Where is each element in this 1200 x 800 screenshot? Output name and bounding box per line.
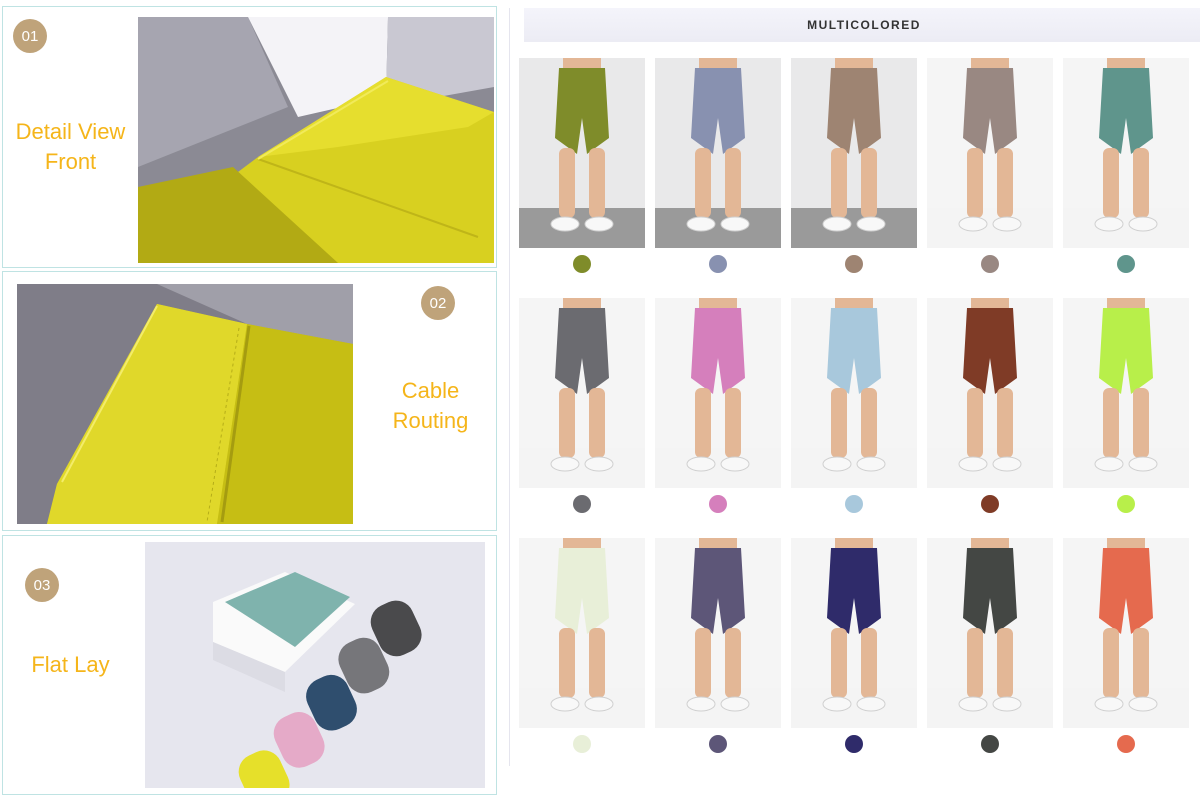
product-photo (927, 58, 1053, 248)
color-swatch[interactable] (981, 735, 999, 753)
color-swatch[interactable] (845, 735, 863, 753)
product-photo (519, 538, 645, 728)
color-swatch[interactable] (1117, 255, 1135, 273)
color-swatch[interactable] (573, 735, 591, 753)
product-card[interactable] (1063, 58, 1189, 298)
product-card[interactable] (791, 58, 917, 298)
color-swatch[interactable] (709, 255, 727, 273)
color-swatch[interactable] (709, 495, 727, 513)
panel-number-badge: 02 (421, 286, 455, 320)
caption-line-1: Detail View (15, 119, 126, 144)
product-photo (519, 58, 645, 248)
color-swatch[interactable] (573, 255, 591, 273)
product-photo (655, 58, 781, 248)
product-card[interactable] (791, 538, 917, 778)
color-swatch[interactable] (845, 495, 863, 513)
product-card[interactable] (1063, 538, 1189, 778)
panel-caption: Cable Routing (363, 376, 498, 436)
product-card[interactable] (927, 58, 1053, 298)
product-photo (791, 298, 917, 488)
caption-line-1: Flat Lay (31, 652, 110, 677)
product-card[interactable] (519, 298, 645, 538)
product-photo (655, 538, 781, 728)
product-photo (791, 538, 917, 728)
panel-caption: Flat Lay (3, 650, 138, 680)
product-photo (519, 298, 645, 488)
product-card[interactable] (655, 538, 781, 778)
product-grid (519, 58, 1199, 778)
product-photo (1063, 58, 1189, 248)
product-photo (1063, 538, 1189, 728)
product-card[interactable] (655, 58, 781, 298)
color-swatch[interactable] (573, 495, 591, 513)
panel-caption: Detail View Front (3, 117, 138, 177)
product-photo (1063, 298, 1189, 488)
product-card[interactable] (927, 538, 1053, 778)
detail-panel-front: 01 Detail View Front (2, 6, 497, 268)
color-swatch[interactable] (1117, 495, 1135, 513)
product-card[interactable] (655, 298, 781, 538)
color-catalog: MULTICOLORED (509, 8, 1200, 766)
product-photo (927, 538, 1053, 728)
panel-number-badge: 01 (13, 19, 47, 53)
product-card[interactable] (1063, 298, 1189, 538)
color-swatch[interactable] (1117, 735, 1135, 753)
catalog-title: MULTICOLORED (807, 18, 921, 32)
caption-line-2: Routing (392, 408, 469, 433)
product-photo (927, 298, 1053, 488)
fabric-seam-image (17, 284, 353, 524)
color-swatch[interactable] (981, 495, 999, 513)
detail-panel-flat-lay: 03 Flat Lay (2, 535, 497, 795)
detail-panel-cable-routing: 02 Cable Routing (2, 271, 497, 531)
product-card[interactable] (791, 298, 917, 538)
color-swatch[interactable] (981, 255, 999, 273)
flat-lay-rolled-shorts-image (145, 542, 485, 788)
catalog-header: MULTICOLORED (524, 8, 1200, 42)
color-swatch[interactable] (709, 735, 727, 753)
caption-line-1: Cable (401, 378, 460, 403)
caption-line-2: Front (44, 149, 97, 174)
product-card[interactable] (927, 298, 1053, 538)
color-swatch[interactable] (845, 255, 863, 273)
panel-number-badge: 03 (25, 568, 59, 602)
fabric-detail-front-image (138, 17, 494, 263)
product-photo (655, 298, 781, 488)
product-photo (791, 58, 917, 248)
product-card[interactable] (519, 538, 645, 778)
product-card[interactable] (519, 58, 645, 298)
